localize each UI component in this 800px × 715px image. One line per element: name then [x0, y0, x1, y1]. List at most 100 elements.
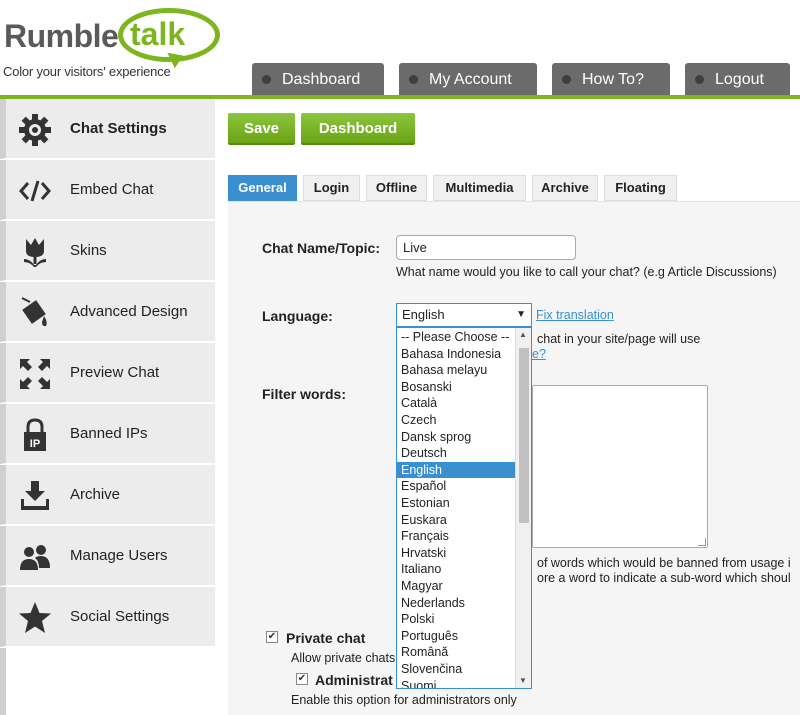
top-tab-label: Logout — [715, 71, 764, 88]
language-option[interactable]: Bosanski — [397, 379, 517, 396]
bullet-icon — [409, 75, 418, 84]
sidebar-item-label: Banned IPs — [70, 425, 148, 442]
language-option[interactable]: Italiano — [397, 561, 517, 578]
scrollbar-thumb[interactable] — [519, 348, 529, 523]
sidebar-item-banned-ips[interactable]: IP Banned IPs — [0, 404, 215, 464]
top-tab-label: How To? — [582, 71, 644, 88]
language-option[interactable]: Suomi — [397, 678, 517, 688]
page: Rumble talk Color your visitors' experie… — [0, 0, 800, 715]
users-icon — [20, 545, 50, 570]
language-option[interactable]: -- Please Choose -- — [397, 329, 517, 346]
sidebar-item-embed-chat[interactable]: Embed Chat — [0, 160, 215, 220]
filter-words-hint-1: of words which would be banned from usag… — [537, 556, 791, 570]
sidebar-item-preview-chat[interactable]: Preview Chat — [0, 343, 215, 403]
language-option[interactable]: Estonian — [397, 495, 517, 512]
sidebar: Chat Settings Embed Chat Skins Advanced … — [0, 99, 215, 715]
dropdown-scrollbar[interactable]: ▲ ▼ — [515, 328, 531, 688]
sidebar-item-label: Skins — [70, 242, 107, 259]
ip-lock-icon: IP — [24, 418, 46, 451]
scroll-up-icon[interactable]: ▲ — [519, 330, 527, 339]
tab-general[interactable]: General — [228, 175, 297, 201]
language-option[interactable]: Català — [397, 395, 517, 412]
chat-name-hint: What name would you like to call your ch… — [396, 265, 777, 279]
download-icon — [21, 481, 49, 510]
code-icon — [19, 180, 51, 202]
language-option[interactable]: Español — [397, 478, 517, 495]
language-option[interactable]: Bahasa melayu — [397, 362, 517, 379]
tab-floating[interactable]: Floating — [604, 175, 677, 201]
language-option[interactable]: Dansk sprog — [397, 429, 517, 446]
tab-login[interactable]: Login — [303, 175, 360, 201]
language-option[interactable]: Hrvatski — [397, 545, 517, 562]
sidebar-item-label: Archive — [70, 486, 121, 503]
filter-words-label: Filter words: — [262, 386, 347, 402]
top-tab-dashboard[interactable]: Dashboard — [252, 63, 384, 96]
sidebar-border — [0, 648, 6, 715]
administrators-label: Administrat — [315, 672, 393, 688]
resize-grip-icon[interactable] — [698, 538, 706, 546]
language-option[interactable]: Bahasa Indonesia — [397, 346, 517, 363]
top-tab-how-to[interactable]: How To? — [552, 63, 670, 96]
logo-talk: talk — [130, 16, 186, 52]
sidebar-item-chat-settings[interactable]: Chat Settings — [0, 99, 215, 159]
language-option[interactable]: Euskara — [397, 512, 517, 529]
bullet-icon — [262, 75, 271, 84]
language-option[interactable]: Română — [397, 644, 517, 661]
administrators-hint: Enable this option for administrators on… — [291, 693, 517, 707]
expand-arrows-icon — [20, 359, 50, 389]
language-dropdown-list[interactable]: -- Please Choose -- Bahasa Indonesia Bahas… — [396, 327, 532, 689]
tab-multimedia[interactable]: Multimedia — [433, 175, 526, 201]
chat-name-input[interactable]: Live — [396, 235, 576, 260]
svg-text:IP: IP — [30, 438, 40, 450]
sidebar-item-label: Advanced Design — [70, 303, 188, 320]
sidebar-item-label: Social Settings — [70, 608, 170, 625]
sidebar-item-skins[interactable]: Skins — [0, 221, 215, 281]
sidebar-item-label: Manage Users — [70, 547, 168, 564]
language-option[interactable]: Magyar — [397, 578, 517, 595]
logo-tagline: Color your visitors' experience — [3, 64, 171, 79]
sidebar-item-social-settings[interactable]: Social Settings — [0, 587, 215, 647]
sidebar-item-label: Chat Settings — [70, 120, 167, 137]
top-tab-label: My Account — [429, 71, 512, 88]
language-option[interactable]: Slovenčina — [397, 661, 517, 678]
language-label: Language: — [262, 308, 333, 324]
star-icon — [19, 602, 51, 633]
language-help-link[interactable]: e? — [532, 347, 546, 361]
top-tab-label: Dashboard — [282, 71, 361, 88]
caret-down-icon: ▼ — [516, 309, 526, 320]
sidebar-item-label: Preview Chat — [70, 364, 160, 381]
tab-offline[interactable]: Offline — [366, 175, 427, 201]
private-chat-hint: Allow private chats — [291, 651, 396, 665]
top-tab-logout[interactable]: Logout — [685, 63, 790, 96]
administrators-checkbox[interactable]: ✔ — [296, 673, 308, 685]
sidebar-item-advanced-design[interactable]: Advanced Design — [0, 282, 215, 342]
rumbletalk-logo[interactable]: Rumble talk Color your visitors' experie… — [0, 0, 230, 95]
language-option[interactable]: Français — [397, 528, 517, 545]
private-chat-checkbox[interactable]: ✔ — [266, 631, 278, 643]
language-option[interactable]: Deutsch — [397, 445, 517, 462]
filter-words-hint-2: ore a word to indicate a sub-word which … — [537, 571, 791, 585]
sidebar-item-archive[interactable]: Archive — [0, 465, 215, 525]
fix-translation-link[interactable]: Fix translation — [536, 308, 614, 322]
filter-words-textarea[interactable] — [532, 385, 708, 548]
language-option[interactable]: Nederlands — [397, 595, 517, 612]
language-select-value: English — [402, 307, 445, 322]
tulip-icon — [24, 238, 46, 267]
scroll-down-icon[interactable]: ▼ — [519, 676, 527, 685]
sidebar-item-manage-users[interactable]: Manage Users — [0, 526, 215, 586]
private-chat-label: Private chat — [286, 630, 366, 646]
dashboard-button[interactable]: Dashboard — [301, 113, 415, 145]
language-select[interactable]: English ▼ — [396, 303, 532, 327]
tab-archive[interactable]: Archive — [532, 175, 598, 201]
gear-icon — [19, 114, 51, 146]
paint-bucket-icon — [21, 297, 47, 327]
language-option[interactable]: English — [397, 461, 517, 479]
language-option[interactable]: Português — [397, 628, 517, 645]
logo-rumble: Rumble — [4, 18, 119, 54]
save-button[interactable]: Save — [228, 113, 295, 145]
sidebar-item-label: Embed Chat — [70, 181, 154, 198]
bullet-icon — [562, 75, 571, 84]
language-option[interactable]: Polski — [397, 611, 517, 628]
language-option[interactable]: Czech — [397, 412, 517, 429]
top-tab-my-account[interactable]: My Account — [399, 63, 537, 96]
